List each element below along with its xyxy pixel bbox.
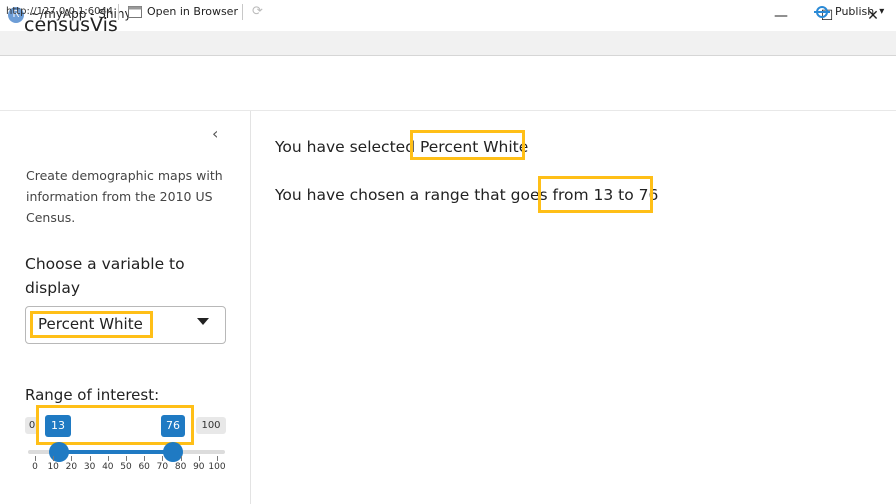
highlight-box <box>36 405 194 445</box>
open-in-browser-button[interactable]: Open in Browser <box>128 5 238 18</box>
viewer-toolbar <box>0 31 896 56</box>
range-max-label: 100 <box>196 417 226 434</box>
slider-tick <box>53 456 55 461</box>
slider-tick <box>198 456 200 461</box>
publish-icon <box>814 5 830 18</box>
toolbar-divider <box>118 4 119 20</box>
range-slider-fill <box>58 450 174 454</box>
slider-tick <box>144 456 146 461</box>
range-slider-low-handle[interactable] <box>48 442 69 462</box>
variable-select-label: Choose a variable to display <box>25 255 185 297</box>
slider-tick <box>71 456 73 461</box>
publish-label: Publish <box>835 5 875 18</box>
range-slider-label: Range of interest: <box>25 386 160 404</box>
minimize-icon: — <box>774 7 788 24</box>
toolbar-divider <box>242 4 243 20</box>
app-header <box>0 56 896 111</box>
refresh-icon[interactable]: ⟳ <box>252 4 263 19</box>
slider-tick <box>180 456 182 461</box>
range-prefix: You have chosen a range that goes <box>275 186 548 204</box>
slider-tick <box>126 456 127 461</box>
publish-caret-icon: ▾ <box>879 6 885 17</box>
slider-tick <box>217 456 218 461</box>
browser-icon <box>128 5 142 18</box>
open-in-browser-label: Open in Browser <box>147 5 238 18</box>
highlight-box <box>30 311 153 338</box>
highlight-box <box>538 176 653 213</box>
selected-prefix: You have selected <box>275 138 416 156</box>
slider-tick <box>35 456 36 461</box>
page-title: censusVis <box>24 14 118 36</box>
minimize-button[interactable]: — <box>758 0 804 31</box>
slider-tick-label: 100 <box>208 462 226 472</box>
sidebar-description: Create demographic maps with information… <box>26 168 223 225</box>
slider-tick <box>107 456 109 461</box>
caret-down-icon <box>197 318 209 325</box>
slider-tick <box>162 456 164 461</box>
slider-tick <box>89 456 91 461</box>
chevron-left-icon[interactable]: ‹ <box>212 124 218 143</box>
publish-button[interactable]: Publish ▾ <box>814 5 884 18</box>
highlight-box <box>410 130 525 160</box>
